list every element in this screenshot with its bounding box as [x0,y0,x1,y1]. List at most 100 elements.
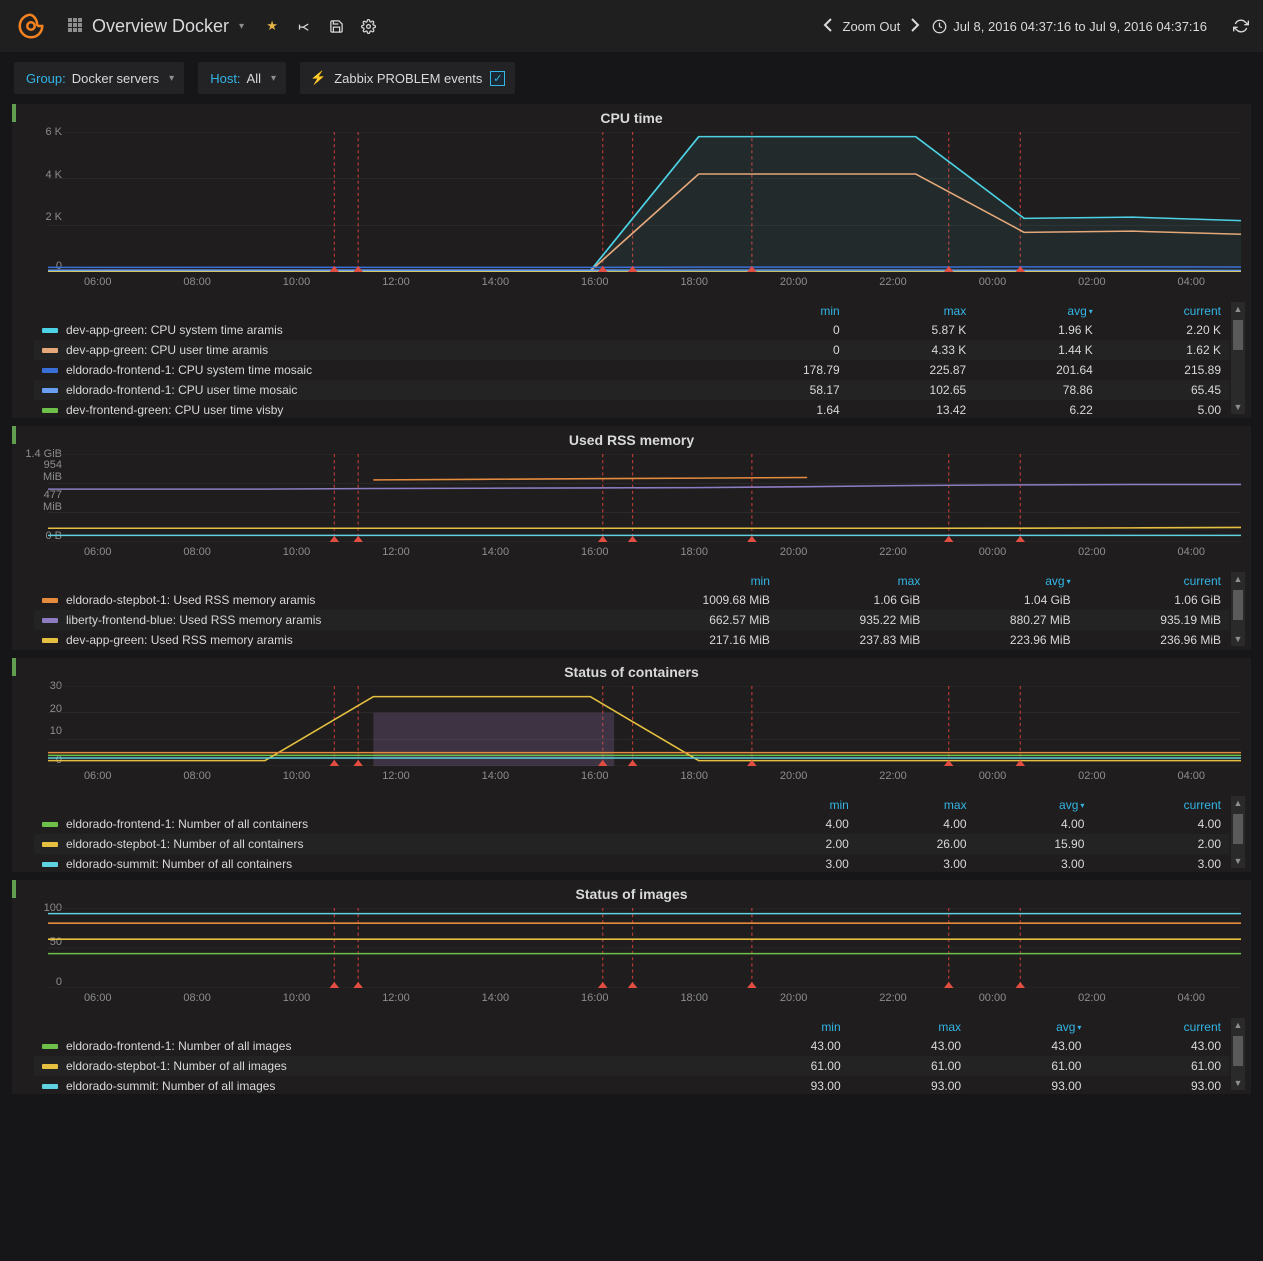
x-tick-label: 14:00 [482,546,510,558]
time-range-picker[interactable]: Jul 8, 2016 04:37:16 to Jul 9, 2016 04:3… [924,19,1215,34]
x-tick-label: 08:00 [183,276,211,288]
topbar: Overview Docker ▾ ★ Zoom Out Jul 8, 2016… [0,0,1263,52]
star-icon[interactable]: ★ [258,12,286,40]
legend-row[interactable]: eldorado-frontend-1: Number of all conta… [34,814,1229,834]
scrollbar[interactable]: ▲▼ [1231,796,1245,868]
chart-plot[interactable] [48,686,1241,766]
x-tick-label: 22:00 [879,770,907,782]
legend-row[interactable]: dev-app-green: CPU system time aramis05.… [34,320,1229,340]
x-tick-label: 06:00 [84,992,112,1004]
x-tick-label: 10:00 [283,992,311,1004]
x-tick-label: 00:00 [979,770,1007,782]
legend-col-min[interactable]: min [756,796,857,814]
legend-row[interactable]: eldorado-frontend-1: CPU system time mos… [34,360,1229,380]
x-tick-label: 18:00 [680,546,708,558]
chart-plot[interactable] [48,908,1241,988]
panel-title[interactable]: Status of images [12,880,1251,908]
legend-col-current[interactable]: current [1101,302,1229,320]
legend-min: 3.00 [756,854,857,872]
x-tick-label: 18:00 [680,276,708,288]
grafana-logo-icon[interactable] [8,3,54,49]
legend-row[interactable]: dev-app-green: Used RSS memory aramis217… [34,630,1229,650]
x-tick-label: 20:00 [780,546,808,558]
refresh-icon[interactable] [1227,12,1255,40]
panel-title[interactable]: Used RSS memory [12,426,1251,454]
var-host-dropdown[interactable]: Host: All ▾ [198,62,286,94]
x-tick-label: 10:00 [283,276,311,288]
legend-col-current[interactable]: current [1092,796,1229,814]
legend-avg: 1.04 GiB [928,590,1078,610]
legend-row[interactable]: eldorado-summit: Number of all images93.… [34,1076,1229,1094]
legend-min: 58.17 [721,380,848,400]
chart-plot[interactable] [48,132,1241,272]
legend-swatch [42,348,58,353]
legend-series-name: dev-app-green: CPU system time aramis [66,323,283,337]
legend-col-current[interactable]: current [1079,572,1229,590]
legend-avg: 43.00 [969,1036,1089,1056]
legend-current: 236.96 MiB [1079,630,1229,650]
legend-avg: 61.00 [969,1056,1089,1076]
legend-row[interactable]: eldorado-summit: Number of all container… [34,854,1229,872]
x-tick-label: 12:00 [382,546,410,558]
annotation-toggle[interactable]: ⚡ Zabbix PROBLEM events ✓ [300,62,515,94]
annotation-checkbox[interactable]: ✓ [490,71,505,86]
legend-row[interactable]: dev-frontend-green: CPU user time visby1… [34,400,1229,418]
legend-col-max[interactable]: max [778,572,928,590]
legend-row[interactable]: eldorado-frontend-1: CPU user time mosai… [34,380,1229,400]
legend-series-name: eldorado-stepbot-1: Used RSS memory aram… [66,593,315,607]
x-tick-label: 14:00 [482,992,510,1004]
legend-col-min[interactable]: min [721,302,848,320]
legend-row[interactable]: eldorado-frontend-1: Number of all image… [34,1036,1229,1056]
x-axis: 06:0008:0010:0012:0014:0016:0018:0020:00… [48,770,1241,792]
legend-series-name: eldorado-frontend-1: CPU system time mos… [66,363,312,377]
legend-series-name: eldorado-summit: Number of all images [66,1079,275,1093]
time-back-button[interactable] [823,18,833,35]
var-host-value: All [247,71,261,86]
legend-swatch [42,842,58,847]
x-tick-label: 00:00 [979,546,1007,558]
zoom-out-button[interactable]: Zoom Out [843,19,901,34]
legend-col-min[interactable]: min [614,572,777,590]
x-tick-label: 16:00 [581,770,609,782]
x-tick-label: 04:00 [1178,770,1206,782]
legend-col-avg[interactable]: avg [969,1018,1089,1036]
var-group-dropdown[interactable]: Group: Docker servers ▾ [14,62,184,94]
legend-series-name: dev-app-green: Used RSS memory aramis [66,633,293,647]
dashboard-title-dropdown[interactable]: Overview Docker ▾ [58,0,254,52]
share-icon[interactable] [290,12,318,40]
legend-max: 13.42 [848,400,975,418]
legend-current: 2.20 K [1101,320,1229,340]
settings-gear-icon[interactable] [354,12,382,40]
panel-title[interactable]: Status of containers [12,658,1251,686]
chart-plot[interactable] [48,454,1241,542]
x-tick-label: 10:00 [283,770,311,782]
legend-col-avg[interactable]: avg [928,572,1078,590]
legend-series-name: eldorado-frontend-1: Number of all image… [66,1039,291,1053]
legend-avg: 1.96 K [974,320,1101,340]
scrollbar[interactable]: ▲▼ [1231,572,1245,646]
legend-series-name: dev-app-green: CPU user time aramis [66,343,268,357]
legend: ▲▼minmaxavgcurrentdev-app-green: CPU sys… [12,298,1251,418]
time-forward-button[interactable] [910,18,920,35]
legend-col-max[interactable]: max [849,1018,969,1036]
legend-row[interactable]: liberty-frontend-blue: Used RSS memory a… [34,610,1229,630]
legend-col-avg[interactable]: avg [975,796,1093,814]
legend-col-min[interactable]: min [728,1018,848,1036]
legend-row[interactable]: eldorado-stepbot-1: Number of all images… [34,1056,1229,1076]
caret-down-icon: ▾ [271,73,276,84]
legend-col-max[interactable]: max [848,302,975,320]
x-tick-label: 04:00 [1178,992,1206,1004]
panel-title[interactable]: CPU time [12,104,1251,132]
scrollbar[interactable]: ▲▼ [1231,1018,1245,1090]
legend-col-avg[interactable]: avg [974,302,1101,320]
legend-row[interactable]: eldorado-stepbot-1: Number of all contai… [34,834,1229,854]
save-icon[interactable] [322,12,350,40]
legend-col-max[interactable]: max [857,796,975,814]
legend-col-current[interactable]: current [1089,1018,1229,1036]
legend-row[interactable]: eldorado-stepbot-1: Used RSS memory aram… [34,590,1229,610]
legend-avg: 15.90 [975,834,1093,854]
legend-current: 215.89 [1101,360,1229,380]
legend-row[interactable]: dev-app-green: CPU user time aramis04.33… [34,340,1229,360]
scrollbar[interactable]: ▲▼ [1231,302,1245,414]
legend-min: 61.00 [728,1056,848,1076]
